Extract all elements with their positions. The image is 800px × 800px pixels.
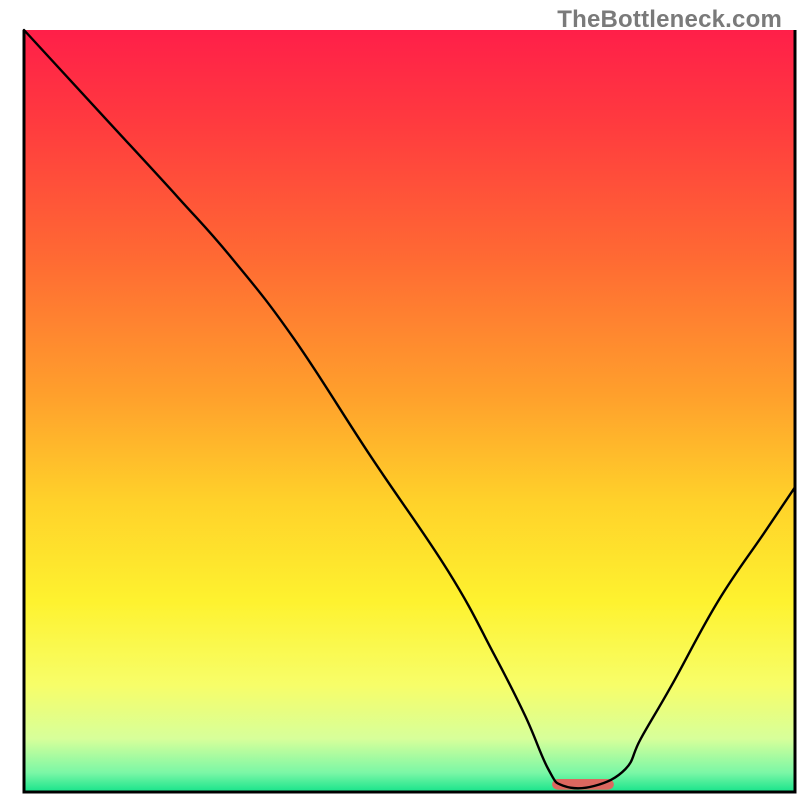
chart-container: TheBottleneck.com <box>0 0 800 800</box>
bottleneck-chart <box>0 0 800 800</box>
plot-background <box>24 30 795 792</box>
